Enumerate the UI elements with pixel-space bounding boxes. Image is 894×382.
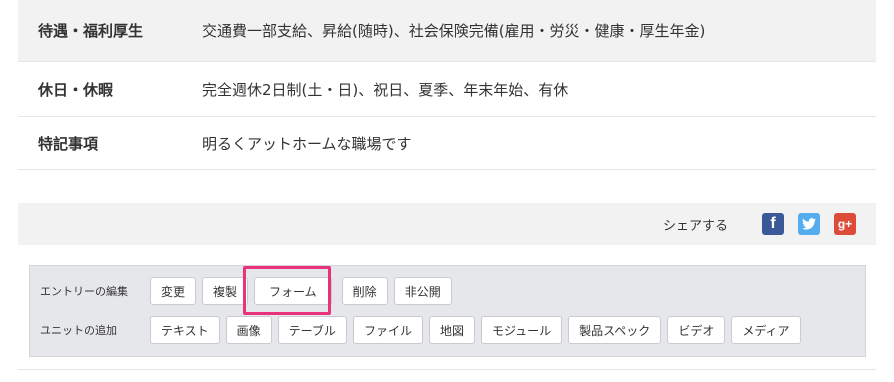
add-file-button[interactable]: ファイル [352,316,423,344]
delete-button[interactable]: 削除 [341,277,388,305]
twitter-bird-icon [802,218,816,230]
unit-add-row: ユニットの追加 テキスト 画像 テーブル ファイル 地図 モジュール 製品スペッ… [30,316,807,344]
share-label: シェアする [662,218,728,234]
unpublish-button[interactable]: 非公開 [393,277,452,305]
duplicate-button[interactable]: 複製 [202,277,249,305]
job-info-table: 待遇・福利厚生 交通費一部支給、昇給(随時)、社会保険完備(雇用・労災・健康・厚… [18,0,876,170]
add-video-button[interactable]: ビデオ [667,316,726,344]
add-table-button[interactable]: テーブル [277,316,347,344]
facebook-icon[interactable]: f [762,213,784,235]
add-image-button[interactable]: 画像 [225,316,272,344]
info-value: 明るくアットホームな職場です [202,134,412,153]
unit-add-label: ユニットの追加 [40,324,117,337]
add-map-button[interactable]: 地図 [428,316,475,344]
entry-edit-label: エントリーの編集 [40,285,128,298]
add-product-spec-button[interactable]: 製品スペック [568,316,662,344]
info-value: 完全週休2日制(土・日)、祝日、夏季、年末年始、有休 [202,80,569,99]
twitter-icon[interactable] [798,213,820,235]
info-label: 特記事項 [38,134,99,153]
highlight-frame [243,266,331,315]
info-label: 休日・休暇 [38,80,114,99]
add-module-button[interactable]: モジュール [480,316,563,344]
info-row-benefits: 待遇・福利厚生 交通費一部支給、昇給(随時)、社会保険完備(雇用・労災・健康・厚… [18,0,876,62]
admin-panel: エントリーの編集 変更 複製 フォーム 削除 非公開 ユニットの追加 テキスト … [29,265,866,357]
add-media-button[interactable]: メディア [731,316,801,344]
info-row-notes: 特記事項 明るくアットホームな職場です [18,117,876,169]
add-text-button[interactable]: テキスト [150,316,220,344]
share-bar: シェアする f g+ [18,203,876,245]
info-label: 待遇・福利厚生 [38,22,144,40]
info-row-holidays: 休日・休暇 完全週休2日制(土・日)、祝日、夏季、年末年始、有休 [18,62,876,117]
info-value: 交通費一部支給、昇給(随時)、社会保険完備(雇用・労災・健康・厚生年金) [202,22,706,40]
divider [18,369,876,370]
edit-button[interactable]: 変更 [150,277,197,305]
googleplus-icon[interactable]: g+ [834,213,856,235]
